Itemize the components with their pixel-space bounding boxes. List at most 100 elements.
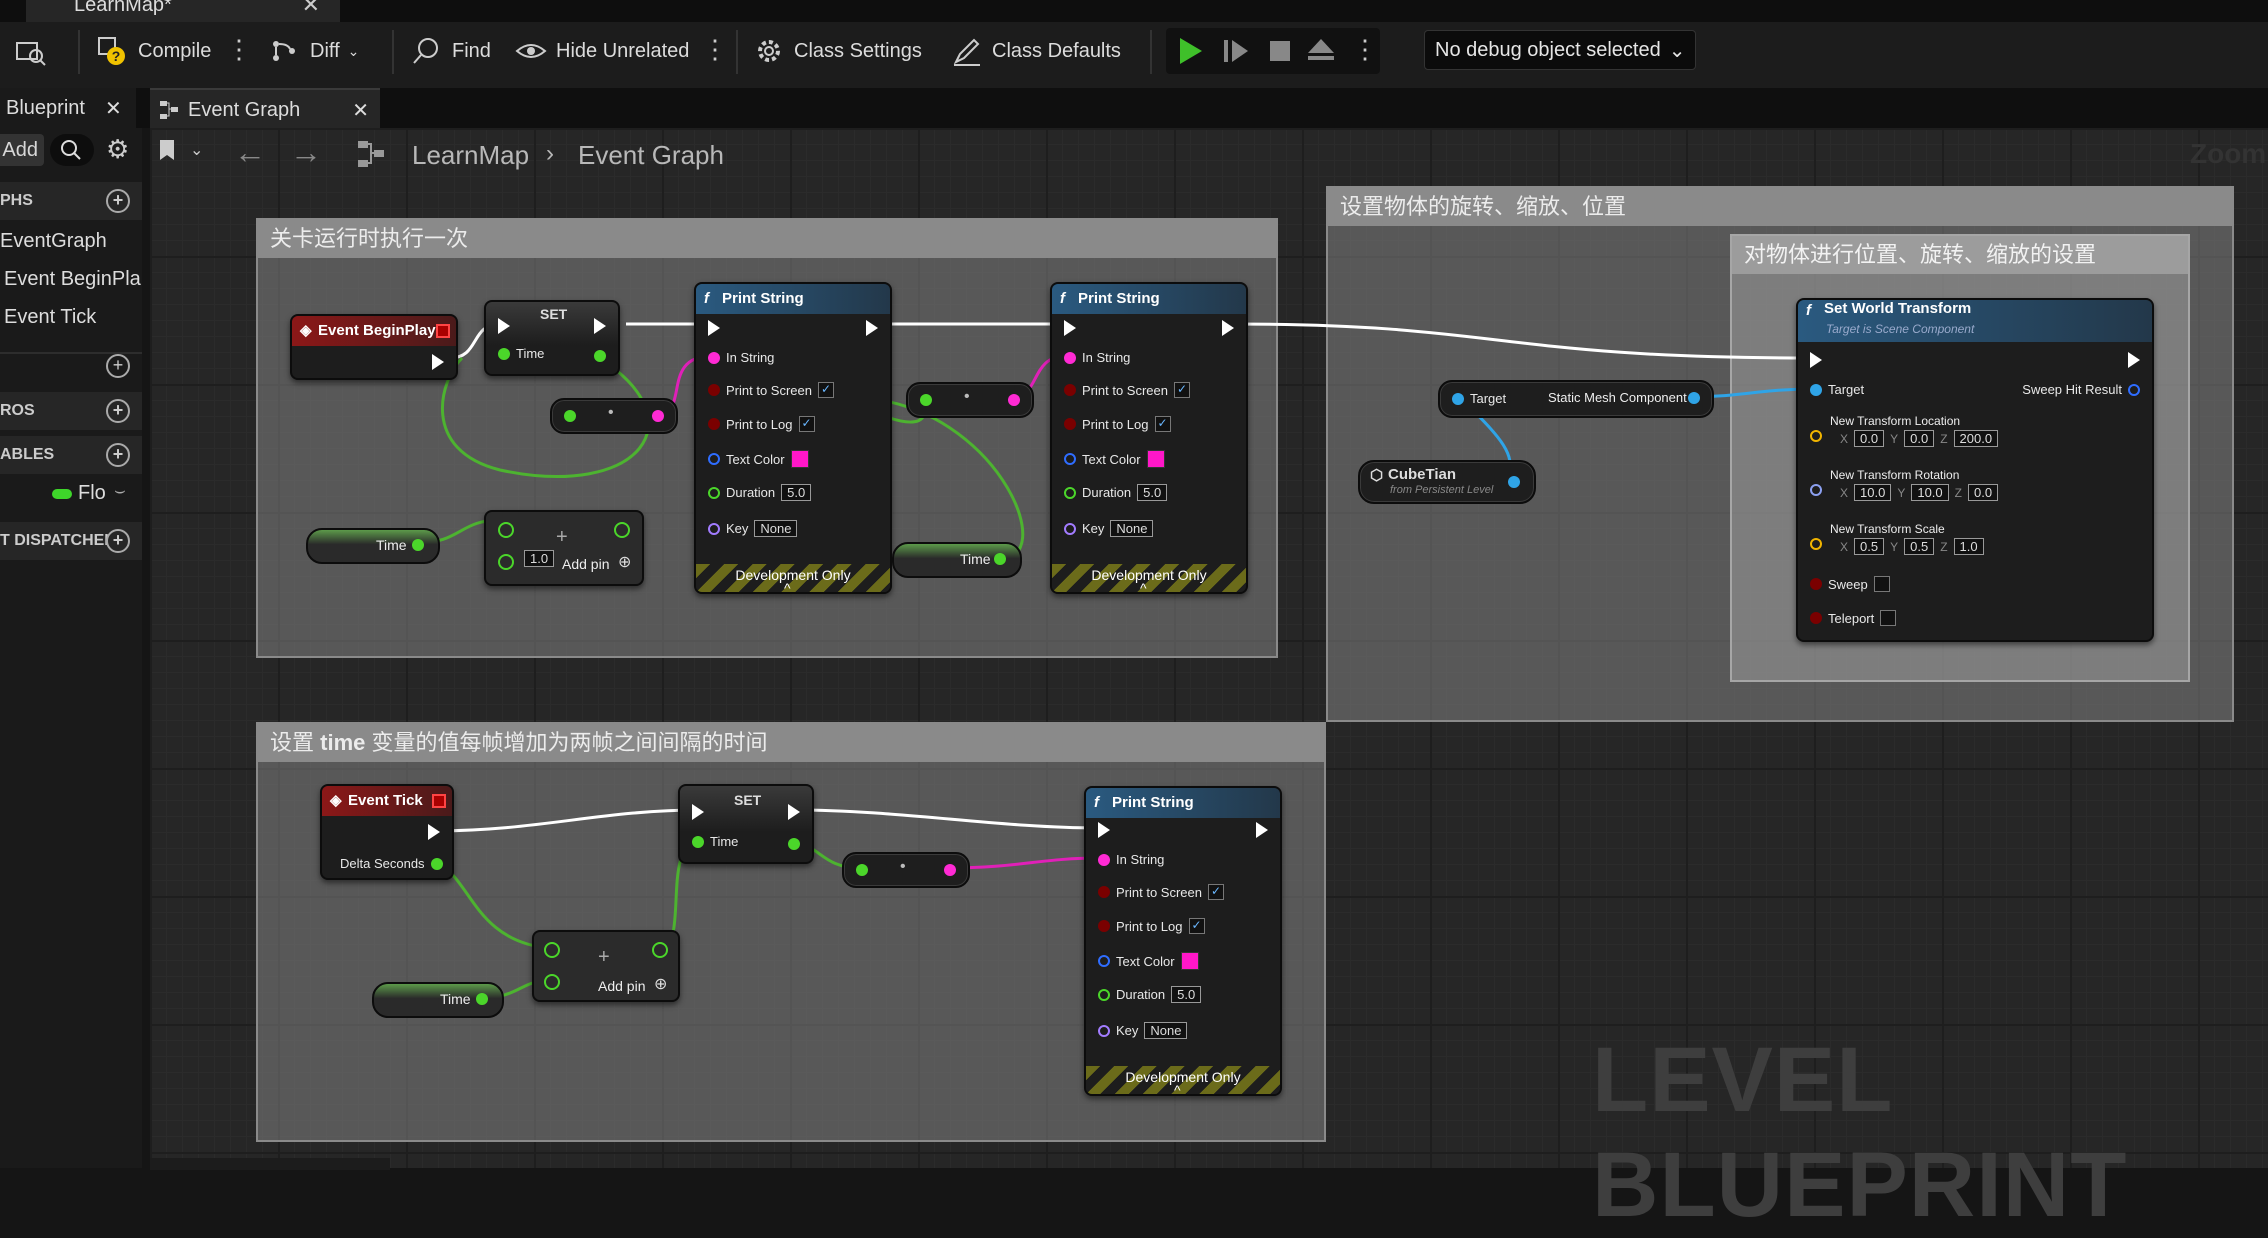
sweep-pin[interactable]: Sweep [1810, 576, 1890, 592]
print-to-screen-pin[interactable]: Print to Screen ✓ [1098, 884, 1224, 900]
result-pin[interactable] [652, 942, 668, 958]
key-pin[interactable]: Key None [708, 520, 798, 537]
key-pin[interactable]: Key None [1064, 520, 1154, 537]
scale-y[interactable]: 0.5 [1904, 538, 1935, 555]
scale-x[interactable]: 0.5 [1854, 538, 1885, 555]
time-out-pin[interactable] [412, 539, 424, 551]
color-swatch[interactable] [1180, 952, 1199, 970]
a-pin[interactable] [498, 522, 514, 538]
location-y[interactable]: 0.0 [1904, 430, 1935, 447]
print-to-screen-pin[interactable]: Print to Screen ✓ [1064, 382, 1190, 398]
event-tick-node[interactable]: ◈ Event Tick Delta Seconds [320, 784, 454, 880]
time-getter-node[interactable]: Time [892, 542, 1022, 578]
checkbox[interactable]: ✓ [1174, 382, 1190, 398]
b-pin[interactable] [498, 554, 514, 570]
time-getter-node[interactable]: Time [372, 982, 504, 1018]
string-out-pin[interactable] [1008, 394, 1020, 406]
result-pin[interactable] [614, 522, 630, 538]
time-out-pin[interactable] [476, 993, 488, 1005]
b-pin[interactable] [544, 974, 560, 990]
color-swatch[interactable] [790, 450, 809, 468]
duration-value[interactable]: 5.0 [1137, 484, 1168, 501]
object-out-pin[interactable] [1508, 476, 1520, 488]
print-string-node[interactable]: f Print String In String Print to Screen ✓… [1050, 282, 1248, 596]
text-color-pin[interactable]: Text Color [708, 450, 809, 468]
rotation-z[interactable]: 0.0 [1968, 484, 1999, 501]
float-in-pin[interactable] [564, 410, 576, 422]
exec-in-pin[interactable] [498, 318, 510, 334]
checkbox[interactable]: ✓ [818, 382, 834, 398]
key-value[interactable]: None [1110, 520, 1154, 537]
collapse-icon[interactable]: ^ [1174, 1082, 1181, 1098]
add-pin-label[interactable]: Add pin [598, 978, 645, 994]
exec-out-pin[interactable] [428, 824, 440, 840]
delta-seconds-pin[interactable]: Delta Seconds [340, 856, 443, 871]
delegate-pin[interactable] [432, 794, 446, 808]
time-out-pin[interactable] [994, 553, 1006, 565]
target-pin[interactable]: Target [1452, 391, 1506, 406]
exec-out-pin[interactable] [432, 354, 444, 370]
print-string-node[interactable]: f Print String In String Print to Screen ✓… [1084, 786, 1282, 1098]
time-in-pin[interactable]: Time [692, 834, 738, 849]
event-beginplay-node[interactable]: ◈ Event BeginPlay [290, 314, 458, 380]
string-out-pin[interactable] [944, 864, 956, 876]
print-string-node[interactable]: f Print String In String Print to Screen ✓… [694, 282, 892, 596]
in-string-pin[interactable]: In String [1064, 350, 1130, 365]
float-to-string-node[interactable]: • [842, 852, 970, 888]
key-value[interactable]: None [754, 520, 798, 537]
sweep-hit-result-pin[interactable]: Sweep Hit Result [2022, 382, 2140, 397]
print-to-screen-pin[interactable]: Print to Screen ✓ [708, 382, 834, 398]
duration-pin[interactable]: Duration 5.0 [1098, 986, 1202, 1003]
exec-out-pin[interactable] [866, 320, 878, 336]
add-node[interactable]: + Add pin ⊕ [532, 930, 680, 1002]
print-to-log-pin[interactable]: Print to Log ✓ [1064, 416, 1171, 432]
teleport-pin[interactable]: Teleport [1810, 610, 1897, 626]
float-in-pin[interactable] [920, 394, 932, 406]
exec-in-pin[interactable] [1098, 822, 1110, 838]
target-pin[interactable]: Target [1810, 382, 1864, 397]
float-to-string-node[interactable]: • [550, 398, 678, 434]
compiler-results-tab[interactable] [150, 1158, 390, 1170]
exec-out-pin[interactable] [788, 804, 800, 820]
in-string-pin[interactable]: In String [708, 350, 774, 365]
exec-out-pin[interactable] [1222, 320, 1234, 336]
rotation-pin[interactable] [1810, 484, 1822, 496]
collapse-icon[interactable]: ^ [784, 580, 791, 596]
duration-value[interactable]: 5.0 [1171, 986, 1202, 1003]
static-mesh-component-node[interactable]: Target Static Mesh Component [1438, 380, 1714, 418]
checkbox[interactable]: ✓ [798, 416, 815, 432]
set-node[interactable]: SET Time [678, 784, 814, 864]
checkbox[interactable]: ✓ [1208, 884, 1224, 900]
component-out-pin[interactable] [1688, 392, 1700, 404]
text-color-pin[interactable]: Text Color [1064, 450, 1165, 468]
location-z[interactable]: 200.0 [1953, 430, 1999, 447]
time-in-pin[interactable]: Time [498, 346, 544, 361]
add-pin-icon[interactable]: ⊕ [654, 974, 667, 994]
rotation-x[interactable]: 10.0 [1854, 484, 1892, 501]
in-string-pin[interactable]: In String [1098, 852, 1164, 867]
checkbox[interactable] [1880, 610, 1897, 626]
duration-pin[interactable]: Duration 5.0 [1064, 484, 1168, 501]
delegate-pin[interactable] [436, 324, 450, 338]
add-node[interactable]: 1.0 + Add pin ⊕ [484, 510, 644, 586]
time-out-pin[interactable] [594, 350, 606, 362]
scale-pin[interactable] [1810, 538, 1822, 550]
rotation-y[interactable]: 10.0 [1911, 484, 1949, 501]
b-value[interactable]: 1.0 [524, 550, 555, 567]
add-pin-label[interactable]: Add pin [562, 556, 609, 572]
location-x[interactable]: 0.0 [1854, 430, 1885, 447]
checkbox[interactable]: ✓ [1154, 416, 1171, 432]
cubetian-reference-node[interactable]: ⬡ CubeTian from Persistent Level [1358, 460, 1536, 504]
string-out-pin[interactable] [652, 410, 664, 422]
color-swatch[interactable] [1146, 450, 1165, 468]
scale-z[interactable]: 1.0 [1953, 538, 1984, 555]
key-pin[interactable]: Key None [1098, 1022, 1188, 1039]
exec-out-pin[interactable] [1256, 822, 1268, 838]
exec-in-pin[interactable] [1810, 352, 1822, 368]
duration-value[interactable]: 5.0 [781, 484, 812, 501]
duration-pin[interactable]: Duration 5.0 [708, 484, 812, 501]
location-pin[interactable] [1810, 430, 1822, 442]
text-color-pin[interactable]: Text Color [1098, 952, 1199, 970]
checkbox[interactable] [1873, 576, 1890, 592]
key-value[interactable]: None [1144, 1022, 1188, 1039]
